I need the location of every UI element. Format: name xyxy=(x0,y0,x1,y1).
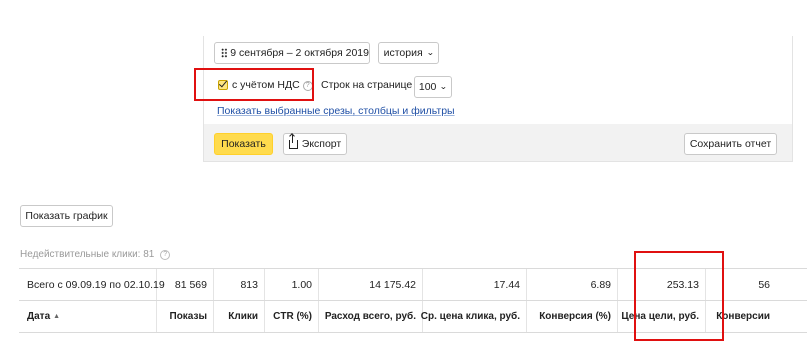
invalid-clicks-text: Недействительные клики: 81 xyxy=(20,249,155,260)
column-header-impressions[interactable]: Показы xyxy=(157,301,214,332)
total-impressions-cell: 81 569 xyxy=(157,269,214,300)
column-header-date[interactable]: Дата ▲ xyxy=(19,301,157,332)
history-dropdown[interactable]: история ⌄ xyxy=(378,42,439,64)
report-settings-panel: 9 сентября – 2 октября 2019 история ⌄ с … xyxy=(203,36,793,162)
rows-per-page-label: Строк на странице xyxy=(321,79,413,91)
show-button[interactable]: Показать xyxy=(214,133,273,155)
sort-asc-icon: ▲ xyxy=(53,313,61,320)
total-conversions-cell: 56 xyxy=(758,278,770,291)
total-clicks-cell: 813 xyxy=(214,269,265,300)
calendar-icon xyxy=(221,48,228,58)
vat-checkbox[interactable] xyxy=(218,80,228,90)
help-icon[interactable]: ? xyxy=(160,250,171,260)
total-spend-cell: 14 175.42 xyxy=(319,269,423,300)
column-header-ctr[interactable]: CTR (%) xyxy=(265,301,319,332)
export-icon xyxy=(288,134,298,149)
total-conversion-rate-cell: 6.89 xyxy=(527,269,618,300)
column-header-avg-cpc[interactable]: Ср. цена клика, руб. xyxy=(421,301,527,332)
chevron-down-icon: ⌄ xyxy=(439,82,448,91)
total-avg-cpc-cell: 17.44 xyxy=(423,269,527,300)
show-chart-button[interactable]: Показать график xyxy=(20,205,113,227)
date-range-picker[interactable]: 9 сентября – 2 октября 2019 xyxy=(214,42,370,64)
history-label: история xyxy=(383,47,423,59)
column-header-spend[interactable]: Расход всего, руб. xyxy=(319,301,423,332)
total-row: Всего с 09.09.19 по 02.10.19 81 569 813 … xyxy=(19,269,807,301)
column-header-conversions[interactable]: Конверсии xyxy=(706,301,776,332)
help-icon[interactable]: ? xyxy=(302,81,313,91)
chevron-down-icon: ⌄ xyxy=(426,48,435,57)
column-header-goal-cost[interactable]: Цена цели, руб. xyxy=(618,301,706,332)
export-label: Экспорт xyxy=(301,138,342,150)
export-button[interactable]: Экспорт xyxy=(283,133,347,155)
report-page: 9 сентября – 2 октября 2019 история ⌄ с … xyxy=(0,0,807,348)
date-range-label: 9 сентября – 2 октября 2019 xyxy=(230,47,369,59)
statistics-table: Всего с 09.09.19 по 02.10.19 81 569 813 … xyxy=(19,268,807,333)
invalid-clicks-info: Недействительные клики: 81 ? xyxy=(20,249,171,260)
total-ctr-cell: 1.00 xyxy=(265,269,319,300)
save-report-button[interactable]: Сохранить отчет xyxy=(684,133,777,155)
column-header-clicks[interactable]: Клики xyxy=(214,301,265,332)
vat-label-text: с учётом НДС xyxy=(232,79,300,91)
vat-checkbox-label[interactable]: с учётом НДС? xyxy=(232,79,313,91)
table-header-row: Дата ▲ Показы Клики CTR (%) Расход всего,… xyxy=(19,301,807,333)
total-period-cell: Всего с 09.09.19 по 02.10.19 xyxy=(19,269,165,300)
selected-slices-link[interactable]: Показать выбранные срезы, столбцы и филь… xyxy=(217,105,455,117)
total-goal-cost-cell: 253.13 xyxy=(618,269,706,300)
rows-per-page-select[interactable]: 100 ⌄ xyxy=(414,76,452,98)
rows-per-page-value: 100 xyxy=(418,81,437,93)
column-header-date-label: Дата xyxy=(27,311,51,322)
column-header-conversion-rate[interactable]: Конверсия (%) xyxy=(527,301,618,332)
